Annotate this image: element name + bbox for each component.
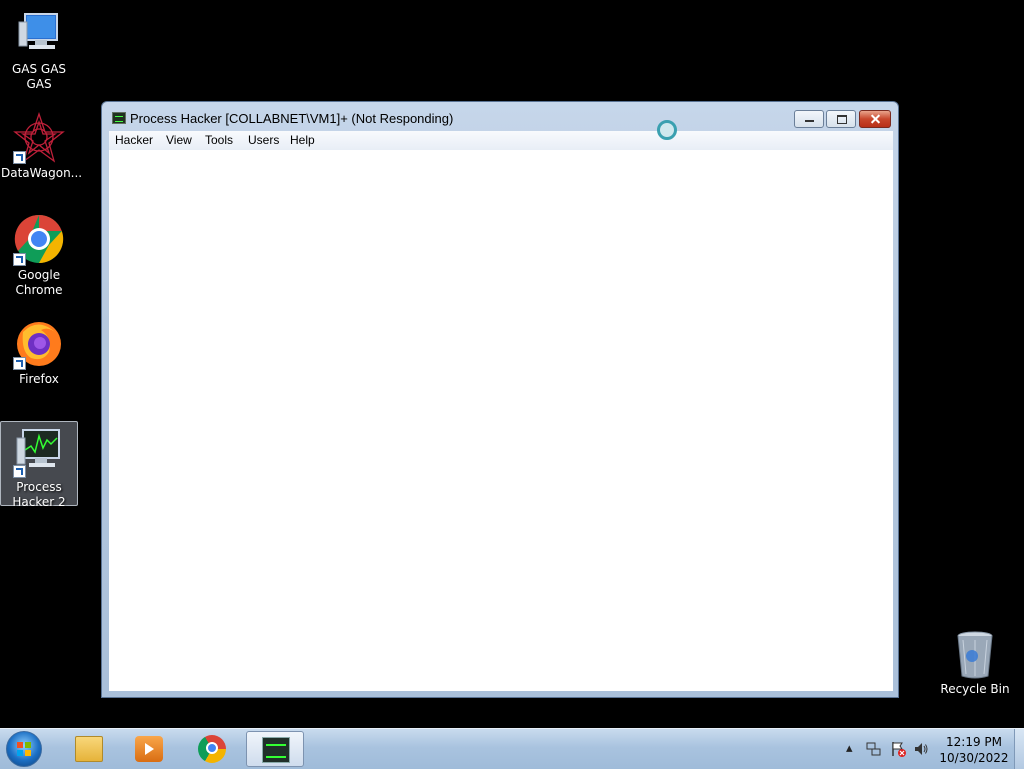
maximize-button[interactable] xyxy=(826,110,856,128)
process-hacker-icon xyxy=(13,426,65,478)
computer-icon xyxy=(13,8,65,60)
busy-cursor-icon xyxy=(657,120,677,140)
desktop-icon-process-hacker-2[interactable]: Process Hacker 2 xyxy=(0,421,78,509)
network-icon[interactable] xyxy=(866,741,882,761)
recycle-bin-icon xyxy=(949,630,1001,680)
start-button[interactable] xyxy=(6,731,42,767)
show-desktop-button[interactable] xyxy=(1014,729,1024,769)
action-center-flag-icon[interactable] xyxy=(890,741,906,761)
datawagon-icon xyxy=(13,111,65,164)
chrome-icon xyxy=(13,214,65,266)
firefox-icon xyxy=(13,318,65,370)
process-hacker-icon xyxy=(262,737,290,763)
clock-date[interactable]: 10/30/2022 xyxy=(932,751,1016,765)
shortcut-arrow-icon xyxy=(13,151,26,164)
menu-users[interactable]: Users xyxy=(248,133,279,147)
process-hacker-icon xyxy=(112,112,126,124)
taskbar-media-player[interactable] xyxy=(120,731,178,767)
window-client-area xyxy=(109,150,893,691)
shortcut-arrow-icon xyxy=(13,465,26,478)
shortcut-arrow-icon xyxy=(13,253,26,266)
windows-explorer-icon xyxy=(75,736,103,762)
taskbar: ▴ 12:19 PM 10/30/2022 xyxy=(0,728,1024,769)
menu-help[interactable]: Help xyxy=(290,133,315,147)
desktop-icon-label: Google Chrome xyxy=(15,268,63,297)
desktop-icon-gas-gas-gas[interactable]: GAS GAS GAS xyxy=(1,8,77,92)
window-title: Process Hacker [COLLABNET\VM1]+ (Not Res… xyxy=(130,111,454,126)
desktop-icon-label: Process Hacker 2 xyxy=(12,480,66,509)
menu-tools[interactable]: Tools xyxy=(205,133,233,147)
desktop-icon-recycle-bin[interactable]: Recycle Bin xyxy=(937,630,1013,697)
show-hidden-icons-icon[interactable]: ▴ xyxy=(846,741,853,756)
taskbar-process-hacker[interactable] xyxy=(246,731,304,767)
menu-view[interactable]: View xyxy=(166,133,192,147)
volume-icon[interactable] xyxy=(913,741,929,761)
menu-hacker[interactable]: Hacker xyxy=(115,133,153,147)
desktop-icon-label: GAS GAS GAS xyxy=(11,62,67,91)
shortcut-arrow-icon xyxy=(13,357,26,370)
media-player-icon xyxy=(135,736,163,762)
taskbar-windows-explorer[interactable] xyxy=(60,731,118,767)
desktop-icon-google-chrome[interactable]: Google Chrome xyxy=(1,214,77,298)
desktop-icon-label: Recycle Bin xyxy=(940,682,1010,696)
desktop-icon-label: Firefox xyxy=(19,372,59,386)
desktop-icon-datawagon[interactable]: DataWagon... xyxy=(1,111,83,181)
clock-time[interactable]: 12:19 PM xyxy=(932,735,1016,749)
minimize-button[interactable] xyxy=(794,110,824,128)
desktop-icon-label: DataWagon... xyxy=(1,166,83,180)
desktop-icon-firefox[interactable]: Firefox xyxy=(1,318,77,387)
menu-bar: Hacker View Tools Users Help xyxy=(109,131,893,150)
taskbar-chrome[interactable] xyxy=(183,731,241,767)
process-hacker-window[interactable]: Process Hacker [COLLABNET\VM1]+ (Not Res… xyxy=(101,101,899,698)
close-button[interactable] xyxy=(859,110,891,128)
title-bar[interactable]: Process Hacker [COLLABNET\VM1]+ (Not Res… xyxy=(102,102,898,132)
chrome-icon xyxy=(198,735,226,763)
